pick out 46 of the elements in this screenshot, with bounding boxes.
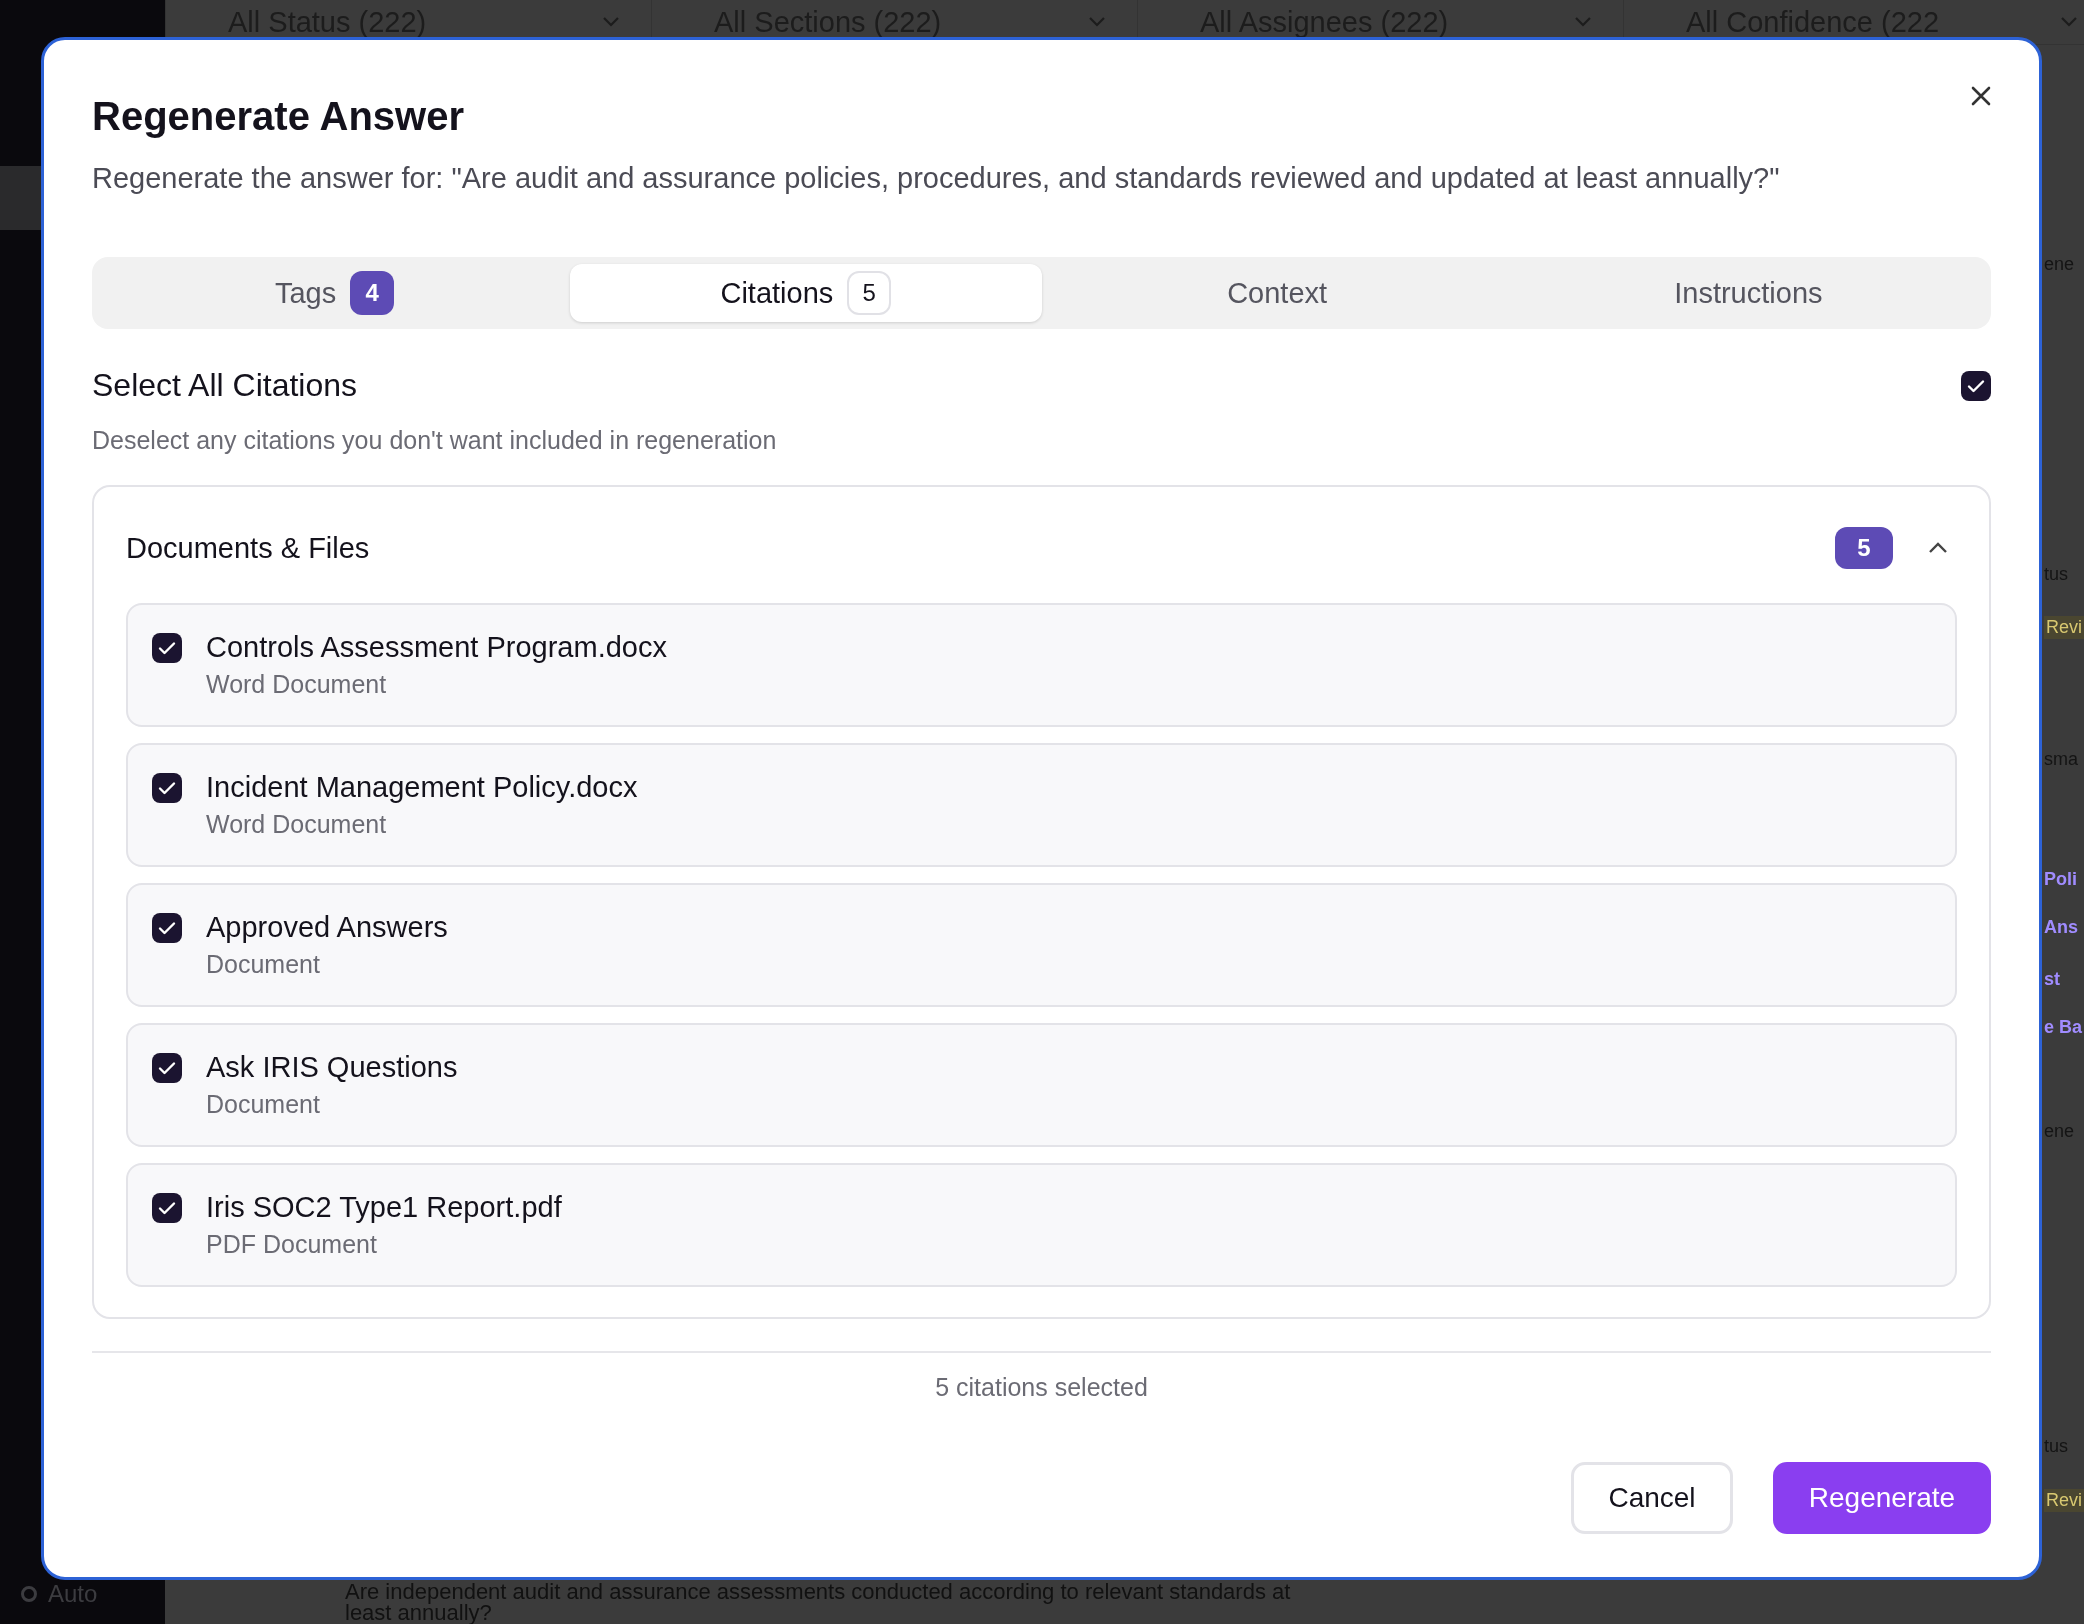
select-all-checkbox[interactable] — [1961, 370, 1991, 401]
file-type: PDF Document — [206, 1230, 378, 1259]
checkbox[interactable] — [152, 913, 182, 943]
chevron-down-icon — [1087, 16, 1107, 28]
cancel-button[interactable]: Cancel — [1571, 1462, 1733, 1534]
file-name: Incident Management Policy.docx — [206, 771, 638, 804]
checkbox[interactable] — [152, 633, 182, 663]
tab[interactable]: Context — [1041, 264, 1513, 322]
status-badge: Revi — [2044, 616, 2084, 639]
checkbox[interactable] — [152, 1193, 182, 1223]
status-badge: Revi — [2044, 1489, 2084, 1512]
chevron-down-icon — [1573, 16, 1593, 28]
citation-item[interactable]: Controls Assessment Program.docx Word Document — [126, 603, 1957, 727]
checkbox[interactable] — [152, 773, 182, 803]
select-all-label: Select All Citations — [92, 367, 357, 404]
file-type: Word Document — [206, 670, 388, 699]
radio-icon — [20, 1585, 38, 1603]
link-text[interactable]: e Ba — [2044, 1017, 2083, 1038]
citation-item[interactable]: Iris SOC2 Type1 Report.pdf PDF Document — [126, 1163, 1957, 1287]
tab[interactable]: Tags 4 — [99, 264, 571, 322]
link-text[interactable]: Ans — [2044, 917, 2078, 938]
file-type: Document — [206, 1090, 321, 1119]
chevron-up-icon[interactable] — [1927, 541, 1949, 555]
file-name: Ask IRIS Questions — [206, 1051, 458, 1084]
chevron-down-icon — [601, 16, 621, 28]
file-name: Controls Assessment Program.docx — [206, 631, 667, 664]
dialog-title: Regenerate Answer — [92, 93, 464, 140]
tab[interactable]: Instructions — [1512, 264, 1984, 322]
link-text[interactable]: st — [2044, 969, 2060, 990]
citation-item[interactable]: Ask IRIS Questions Document — [126, 1023, 1957, 1147]
regenerate-button[interactable]: Regenerate — [1773, 1462, 1991, 1534]
chevron-down-icon — [2059, 16, 2079, 28]
count-badge: 5 — [1835, 527, 1893, 569]
file-name: Approved Answers — [206, 911, 448, 944]
file-name: Iris SOC2 Type1 Report.pdf — [206, 1191, 562, 1224]
citation-item[interactable]: Approved Answers Document — [126, 883, 1957, 1007]
tab[interactable]: Citations 5 — [570, 264, 1042, 322]
selection-count: 5 citations selected — [934, 1373, 1149, 1402]
citation-item[interactable]: Incident Management Policy.docx Word Document — [126, 743, 1957, 867]
link-text[interactable]: Poli — [2044, 869, 2077, 890]
dialog-subtitle: Regenerate the answer for: "Are audit and assurance policies, procedures, and standards reviewed and updated at least annually?" — [92, 162, 1781, 195]
group-title: Documents & Files — [126, 531, 371, 565]
file-type: Document — [206, 950, 321, 979]
file-type: Word Document — [206, 810, 388, 839]
select-all-description: Deselect any citations you don't want included in regeneration — [92, 426, 778, 455]
checkbox[interactable] — [152, 1053, 182, 1083]
